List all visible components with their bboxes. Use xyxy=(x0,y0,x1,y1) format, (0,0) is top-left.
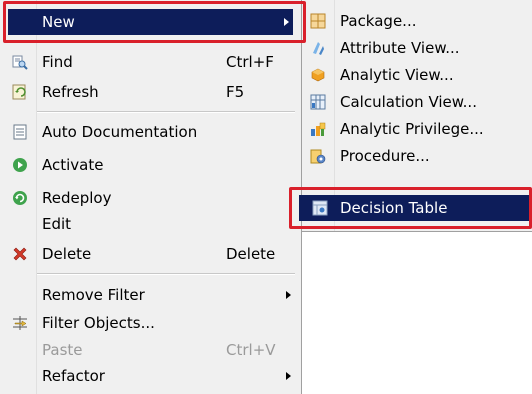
submenu-item-package[interactable]: Package... xyxy=(304,8,530,34)
submenu-item-analytic-view[interactable]: Analytic View... xyxy=(304,62,530,88)
analytic-privilege-icon xyxy=(311,122,326,136)
menu-item-new-label: New xyxy=(42,13,75,31)
menu-item-refresh-label: Refresh xyxy=(42,83,99,101)
menu-item-refresh[interactable]: Refresh F5 xyxy=(3,79,297,105)
document-icon xyxy=(13,124,27,140)
submenu-item-procedure-label: Procedure... xyxy=(340,147,430,165)
menu-item-paste: Paste Ctrl+V xyxy=(3,337,297,363)
activate-icon xyxy=(13,158,27,172)
screenshot-stage: New Find Ctrl+F Refresh F5 Auto Document… xyxy=(0,0,532,394)
filter-icon xyxy=(13,316,27,330)
menu-item-remove-filter-label: Remove Filter xyxy=(42,286,145,304)
submenu-item-decision-table[interactable]: Decision Table xyxy=(299,195,530,221)
menu-item-auto-documentation-label: Auto Documentation xyxy=(42,123,198,141)
calculation-view-icon xyxy=(310,94,326,110)
submenu-item-analytic-privilege[interactable]: Analytic Privilege... xyxy=(304,116,530,142)
submenu-arrow-icon xyxy=(286,291,291,299)
menu-item-activate-label: Activate xyxy=(42,156,104,174)
menu-item-find[interactable]: Find Ctrl+F xyxy=(3,49,297,75)
submenu-item-attribute-view-label: Attribute View... xyxy=(340,39,460,57)
context-menu: New Find Ctrl+F Refresh F5 Auto Document… xyxy=(0,0,302,394)
submenu-arrow-icon xyxy=(284,18,289,26)
procedure-icon xyxy=(310,149,326,164)
menu-item-find-shortcut: Ctrl+F xyxy=(226,53,274,71)
analytic-view-icon xyxy=(311,68,325,82)
submenu-item-calculation-view[interactable]: Calculation View... xyxy=(304,89,530,115)
menu-item-paste-shortcut: Ctrl+V xyxy=(226,341,276,359)
menu-item-edit[interactable]: Edit xyxy=(3,211,297,237)
submenu-item-package-label: Package... xyxy=(340,12,417,30)
redeploy-icon xyxy=(13,191,27,205)
menu-item-redeploy-label: Redeploy xyxy=(42,189,112,207)
menu-item-activate[interactable]: Activate xyxy=(3,152,297,178)
menu-item-refactor[interactable]: Refactor xyxy=(3,363,297,389)
menu-item-refresh-shortcut: F5 xyxy=(226,83,245,101)
new-submenu: Package... Attribute View... Analytic Vi… xyxy=(299,0,532,232)
menu-item-remove-filter[interactable]: Remove Filter xyxy=(3,282,297,308)
menu-item-edit-label: Edit xyxy=(42,215,72,233)
menu-item-delete[interactable]: Delete Delete xyxy=(3,241,297,267)
submenu-item-decision-table-label: Decision Table xyxy=(340,199,448,217)
menu-separator xyxy=(37,111,295,113)
menu-item-redeploy[interactable]: Redeploy xyxy=(3,185,297,211)
attribute-view-icon xyxy=(313,42,324,55)
menu-item-filter-objects[interactable]: Filter Objects... xyxy=(3,310,297,336)
menu-item-auto-documentation[interactable]: Auto Documentation xyxy=(3,119,297,145)
decision-table-icon xyxy=(312,200,328,216)
submenu-item-procedure[interactable]: Procedure... xyxy=(304,143,530,169)
submenu-item-calculation-view-label: Calculation View... xyxy=(340,93,477,111)
menu-item-filter-objects-label: Filter Objects... xyxy=(42,314,155,332)
menu-item-refactor-label: Refactor xyxy=(42,367,105,385)
menu-item-find-label: Find xyxy=(42,53,73,71)
menu-item-paste-label: Paste xyxy=(42,341,83,359)
refresh-icon xyxy=(12,84,26,100)
submenu-arrow-icon xyxy=(286,372,291,380)
menu-separator xyxy=(37,273,295,275)
menu-item-delete-label: Delete xyxy=(42,245,92,263)
submenu-item-attribute-view[interactable]: Attribute View... xyxy=(304,35,530,61)
menu-item-new[interactable]: New xyxy=(8,9,293,35)
submenu-item-analytic-privilege-label: Analytic Privilege... xyxy=(340,120,484,138)
menu-item-delete-shortcut: Delete xyxy=(226,245,276,263)
package-icon xyxy=(310,13,326,29)
delete-icon xyxy=(13,247,27,261)
find-icon xyxy=(12,55,28,70)
submenu-item-analytic-view-label: Analytic View... xyxy=(340,66,454,84)
